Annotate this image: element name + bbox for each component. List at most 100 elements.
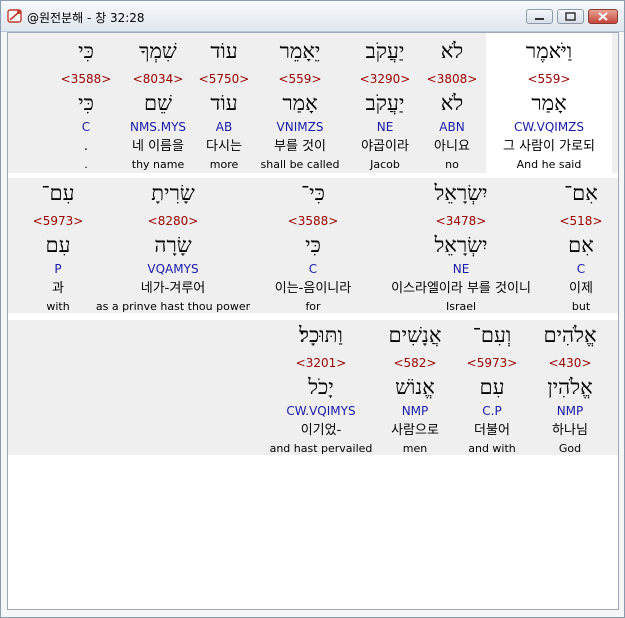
morphology: CW.VQIMYS [286, 404, 356, 418]
strong-number[interactable]: <3478> [368, 214, 554, 228]
hebrew-root: יָכֹל [308, 375, 334, 399]
english-gloss: . [84, 158, 88, 171]
morphology: CW.VQIMZS [513, 120, 585, 134]
window-title: @원전분해 - 창 32:28 [27, 11, 145, 25]
korean-gloss: 네가-겨루어 [140, 281, 206, 296]
app-window: @원전분해 - 창 32:28 כִּי <3588> כִּי C . . ש… [0, 0, 625, 618]
english-gloss: And he said [516, 158, 582, 171]
korean-gloss: 아니요 [434, 139, 470, 154]
strong-number[interactable]: <5750> [194, 72, 254, 86]
hebrew-root: עוֹד [210, 91, 238, 115]
korean-gloss: 하나님 [552, 423, 588, 438]
korean-gloss: 이제 [569, 281, 593, 296]
strong-number[interactable]: <559> [486, 72, 612, 86]
hebrew-root: אֱלֹהִין [547, 375, 593, 399]
english-gloss: for [305, 300, 321, 313]
hebrew-word: עוֹד [210, 39, 238, 63]
hebrew-word: יִשְׂרָאֵל [434, 181, 488, 205]
strong-number[interactable]: <8034> [118, 72, 198, 86]
morphology: VQAMYS [147, 262, 199, 276]
english-gloss: God [558, 442, 582, 455]
english-gloss: shall be called [260, 158, 340, 171]
morphology: ABN [439, 120, 465, 134]
hebrew-word: אִם־ [564, 181, 598, 205]
minimize-icon [535, 18, 544, 20]
english-gloss: but [571, 300, 591, 313]
hebrew-word: כִּי־ [301, 181, 325, 205]
hebrew-word: עִם־ [41, 181, 75, 205]
strong-number[interactable]: <3290> [350, 72, 420, 86]
morphology: C [576, 262, 586, 276]
hebrew-root: אִם [568, 233, 594, 257]
minimize-button[interactable] [526, 9, 553, 24]
strong-number[interactable]: <582> [380, 356, 450, 370]
english-gloss: as a prinve hast thou power [95, 300, 251, 313]
strong-number[interactable]: <3808> [422, 72, 482, 86]
morphology: C [308, 262, 318, 276]
korean-gloss: 그 사람이 가로되 [503, 139, 595, 154]
hebrew-root: שָׂרָה [154, 233, 192, 257]
morphology: AB [215, 120, 233, 134]
hebrew-word: כִּי [78, 39, 94, 63]
hebrew-word: שִׁמְךָ [139, 39, 177, 63]
morphology: NMS.MYS [129, 120, 187, 134]
hebrew-root: אָמַר [531, 91, 567, 115]
maximize-icon [565, 12, 576, 21]
korean-gloss: 이기었- [300, 423, 342, 438]
strong-number[interactable]: <3588> [56, 72, 116, 86]
korean-gloss: 다시는 [206, 139, 242, 154]
hebrew-root: יַעֲקֹב [365, 91, 405, 115]
morphology: P [54, 262, 62, 276]
english-gloss: and with [468, 442, 516, 455]
strong-number[interactable]: <430> [530, 356, 610, 370]
hebrew-word: לֹא [440, 39, 464, 63]
strong-number[interactable]: <3588> [260, 214, 366, 228]
parsing-panel: כִּי <3588> כִּי C . . שִׁמְךָ <8034> שֵ… [7, 32, 619, 610]
korean-gloss: 더불어 [474, 423, 510, 438]
hebrew-root: יִשְׂרָאֵל [434, 233, 488, 257]
korean-gloss: 이스라엘이라 부를 것이니 [391, 281, 531, 296]
strong-number[interactable]: <5973> [28, 214, 88, 228]
title-bar[interactable]: @원전분해 - 창 32:28 [1, 1, 624, 32]
korean-gloss: 부를 것이 [274, 139, 326, 154]
hebrew-root: כִּי [78, 91, 94, 115]
english-gloss: with [46, 300, 70, 313]
morphology: NE [376, 120, 394, 134]
korean-gloss: 이는-음이니라 [274, 281, 352, 296]
hebrew-word: וַיֹּאמֶר [525, 39, 573, 63]
korean-gloss: 사람으로 [391, 423, 439, 438]
hebrew-word: וַתּוּכָל׃ [299, 323, 343, 347]
korean-gloss: 과 [52, 281, 64, 296]
english-gloss: thy name [131, 158, 185, 171]
hebrew-root: כִּי [305, 233, 321, 257]
hebrew-root: לֹא [440, 91, 464, 115]
hebrew-root: אָמַר [282, 91, 318, 115]
morphology: C.P [482, 404, 502, 418]
bible-app-icon [7, 9, 22, 23]
close-button[interactable] [588, 9, 618, 24]
korean-gloss: 야곱이라 [361, 139, 409, 154]
hebrew-word: יַעֲקֹב [365, 39, 405, 63]
close-icon [598, 12, 608, 21]
strong-number[interactable]: <518> [553, 214, 609, 228]
english-gloss: Israel [445, 300, 477, 313]
maximize-button[interactable] [557, 9, 584, 24]
strong-number[interactable]: <5973> [460, 356, 524, 370]
hebrew-word: אֲנָשִׁים [388, 323, 442, 347]
strong-number[interactable]: <8280> [90, 214, 256, 228]
hebrew-word: אֱלֹהִים [543, 323, 597, 347]
english-gloss: Jacob [370, 158, 400, 171]
hebrew-word: יֵאָמֵר [279, 39, 321, 63]
hebrew-root: שֵׁם [144, 91, 172, 115]
hebrew-word: שָׂרִיתָ [151, 181, 195, 205]
strong-number[interactable]: <559> [255, 72, 345, 86]
strong-number[interactable]: <3201> [266, 356, 376, 370]
english-gloss: no [445, 158, 459, 171]
english-gloss: men [402, 442, 428, 455]
korean-gloss: . [83, 139, 89, 154]
morphology: NMP [556, 404, 584, 418]
morphology: VNIMZS [276, 120, 324, 134]
english-gloss: more [209, 158, 239, 171]
morphology: C [81, 120, 91, 134]
hebrew-word: וְעִם־ [472, 323, 512, 347]
